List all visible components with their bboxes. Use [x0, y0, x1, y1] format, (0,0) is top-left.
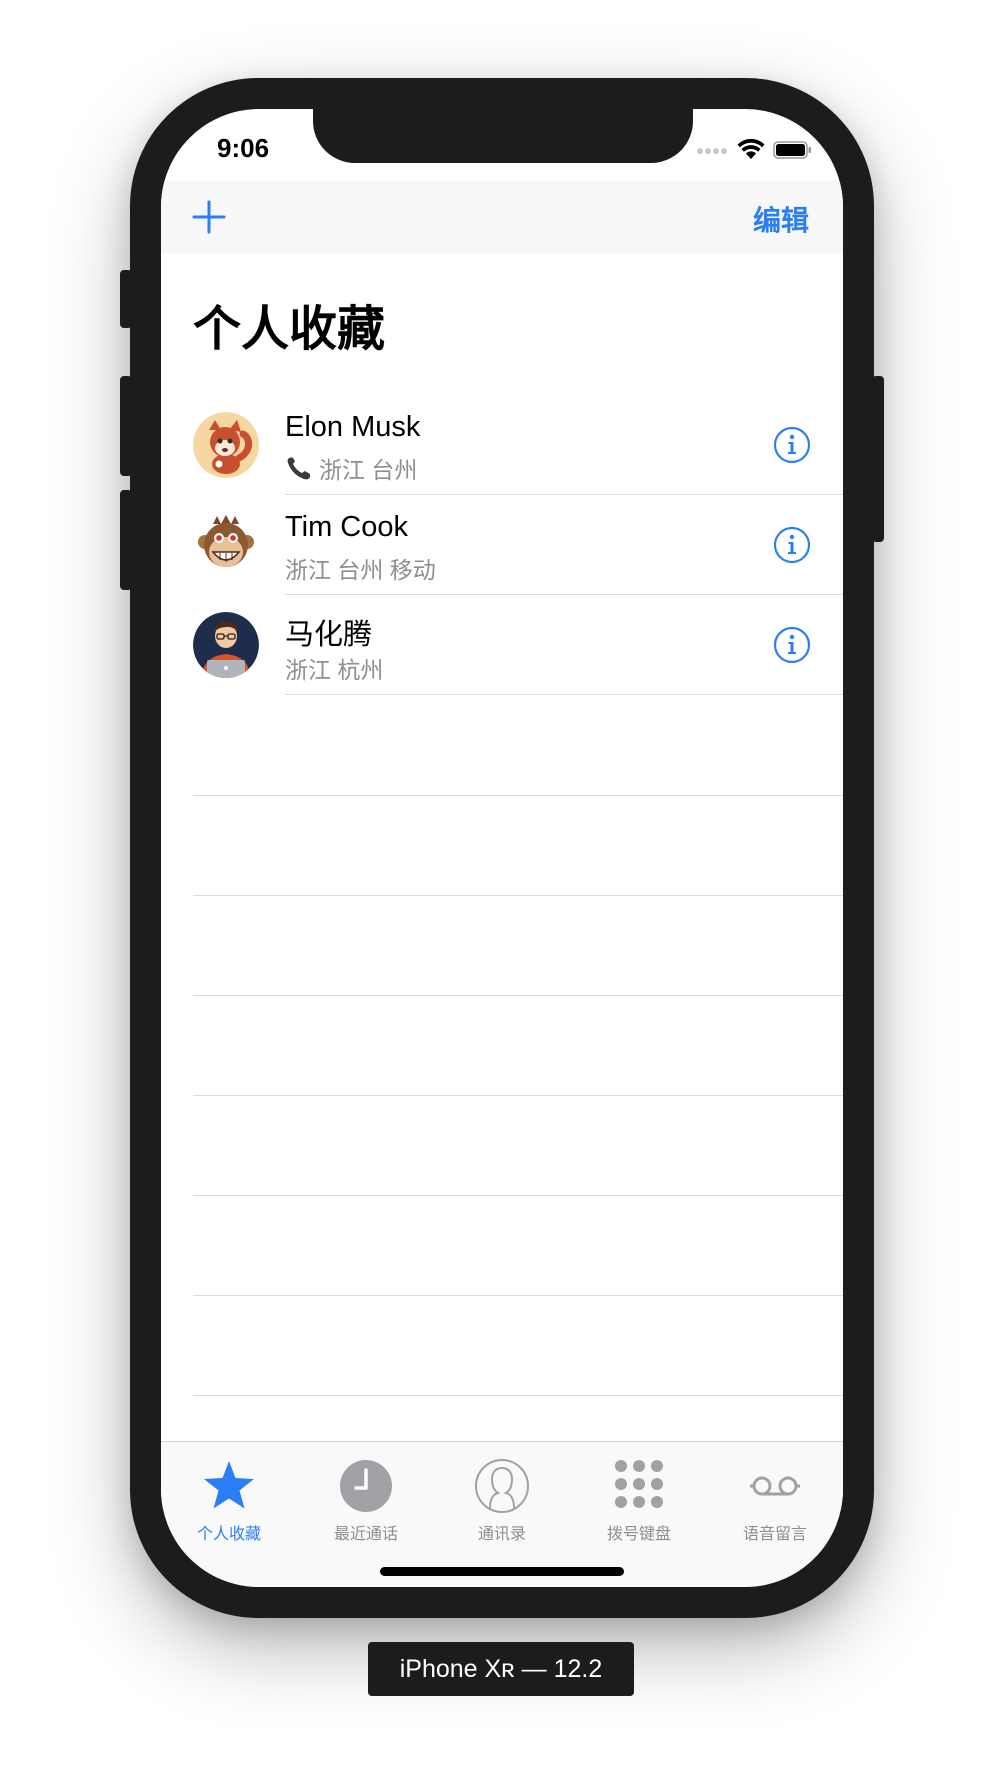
contact-subtitle-row: 浙江 杭州 — [285, 651, 383, 685]
empty-row-separator — [193, 995, 843, 996]
contact-name: Elon Musk — [285, 411, 421, 443]
status-indicators — [697, 139, 813, 161]
contact-row-elon-musk[interactable]: Elon Musk 浙江 台州 — [161, 395, 843, 495]
add-icon[interactable] — [191, 199, 227, 235]
empty-row-separator — [193, 1395, 843, 1396]
tab-label: 个人收藏 — [196, 1526, 261, 1543]
empty-row-separator — [193, 1095, 843, 1096]
contact-name: 马化腾 — [285, 619, 373, 651]
notch — [313, 109, 693, 163]
navigation-bar: 编辑 — [161, 181, 843, 253]
status-time: 9:06 — [217, 133, 270, 163]
tab-recents[interactable]: 最近通话 — [306, 1458, 426, 1544]
home-indicator[interactable] — [380, 1567, 624, 1576]
favorites-list: Elon Musk 浙江 台州 Tim Cook 浙江 台州 移动 马化腾 浙江… — [161, 395, 843, 695]
wifi-icon — [737, 139, 765, 159]
contact-subtitle-row: 浙江 台州 移动 — [285, 551, 436, 585]
contacts-icon — [475, 1459, 529, 1513]
tab-voicemail[interactable]: 语音留言 — [715, 1458, 835, 1544]
empty-row-separator — [193, 1295, 843, 1296]
voicemail-icon — [750, 1476, 800, 1496]
tab-label: 通讯录 — [477, 1526, 526, 1543]
info-icon[interactable] — [773, 526, 811, 564]
clock-icon — [340, 1460, 392, 1512]
empty-row-separator — [193, 1195, 843, 1196]
row-separator — [285, 694, 843, 695]
tab-keypad[interactable]: 拨号键盘 — [579, 1458, 699, 1544]
phone-icon — [287, 457, 310, 480]
avatar-tim-cook — [193, 512, 259, 578]
volume-down-button — [120, 490, 132, 590]
tab-contacts[interactable]: 通讯录 — [442, 1458, 562, 1544]
tab-favorites[interactable]: 个人收藏 — [169, 1458, 289, 1544]
contact-subtitle: 浙江 台州 — [319, 457, 418, 483]
contact-subtitle-row: 浙江 台州 — [285, 451, 417, 485]
tab-label: 语音留言 — [742, 1526, 807, 1543]
page-title: 个人收藏 — [193, 303, 386, 356]
info-icon[interactable] — [773, 426, 811, 464]
signal-icon — [697, 148, 727, 154]
tab-bar: 个人收藏 最近通话 通讯录 拨号键盘 语音留言 — [161, 1441, 843, 1587]
keypad-icon — [615, 1460, 663, 1508]
contact-row-ma-huateng[interactable]: 马化腾 浙江 杭州 — [161, 595, 843, 695]
contact-subtitle: 浙江 台州 移动 — [285, 557, 436, 583]
avatar-ma-huateng — [193, 612, 259, 678]
empty-row-separator — [193, 795, 843, 796]
contact-name: Tim Cook — [285, 511, 408, 543]
star-icon — [204, 1461, 254, 1509]
volume-up-button — [120, 376, 132, 476]
device-label: iPhone Xʀ — 12.2 — [368, 1642, 634, 1696]
battery-icon — [773, 141, 811, 159]
info-icon[interactable] — [773, 626, 811, 664]
contact-subtitle: 浙江 杭州 — [285, 657, 384, 683]
tab-label: 拨号键盘 — [606, 1526, 671, 1543]
contact-row-tim-cook[interactable]: Tim Cook 浙江 台州 移动 — [161, 495, 843, 595]
edit-button[interactable]: 编辑 — [753, 199, 809, 239]
phone-screen: 9:06 编辑 个人收藏 Elon Musk 浙江 台州 Tim Cook 浙江… — [161, 109, 843, 1587]
empty-row-separator — [193, 895, 843, 896]
simulator-stage: 9:06 编辑 个人收藏 Elon Musk 浙江 台州 Tim Cook 浙江… — [0, 0, 1004, 1768]
tab-label: 最近通话 — [333, 1526, 398, 1543]
avatar-elon-musk — [193, 412, 259, 478]
mute-switch — [120, 270, 132, 328]
power-button — [872, 376, 884, 542]
